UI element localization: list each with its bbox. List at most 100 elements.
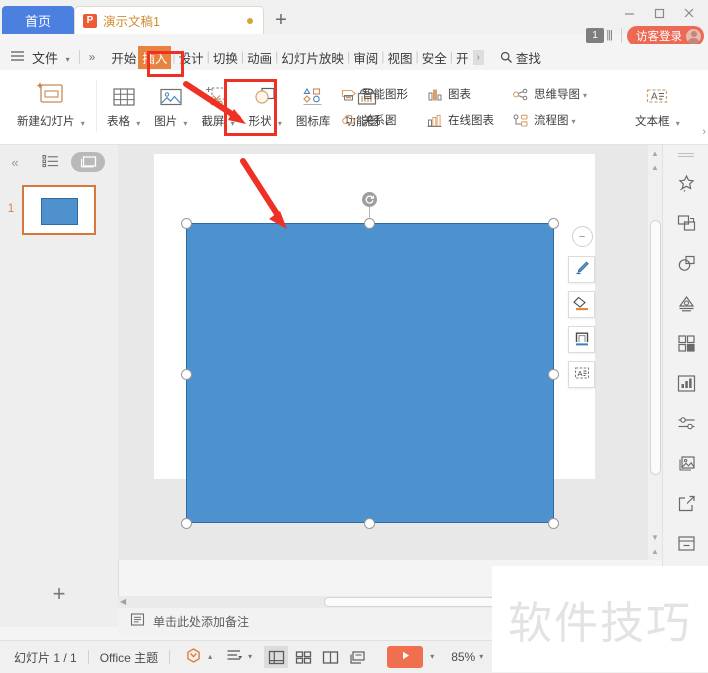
tab-document[interactable]: P 演示文稿1 xyxy=(74,6,264,34)
selected-rectangle-shape[interactable] xyxy=(186,223,554,523)
shape-fill-button[interactable] xyxy=(568,256,595,283)
sidebar-item-beautify[interactable] xyxy=(663,165,708,205)
swap-icon xyxy=(676,213,697,237)
notes-view-button[interactable] xyxy=(345,646,369,668)
mindmap-button[interactable]: 思维导图 ▾ xyxy=(510,81,587,107)
smartart-button[interactable]: 智能图形 xyxy=(338,81,408,107)
theme-icon[interactable] xyxy=(185,647,202,667)
new-slide-button[interactable]: 新建幻灯片 ▾ xyxy=(10,74,92,129)
svg-text:A: A xyxy=(651,92,658,103)
maximize-button[interactable] xyxy=(644,2,674,24)
app-menu-icon[interactable] xyxy=(10,50,25,64)
resize-handle-top-center[interactable] xyxy=(364,218,375,229)
reading-view-button[interactable] xyxy=(318,646,342,668)
title-bar: 首页 P 演示文稿1 + 1 ||| 访客登录 xyxy=(0,0,708,46)
insert-picture-button[interactable]: 图片 ▾ xyxy=(147,74,194,129)
outline-view-icon[interactable] xyxy=(42,154,59,171)
resize-handle-top-right[interactable] xyxy=(548,218,559,229)
flowchart-button[interactable]: 流程图 ▾ xyxy=(510,107,587,133)
slides-view-icon[interactable] xyxy=(71,152,105,172)
account-badge[interactable]: 1 xyxy=(586,28,604,43)
resize-handle-top-left[interactable] xyxy=(181,218,192,229)
scroll-up-arrow-icon[interactable]: ▲ xyxy=(648,147,662,159)
chart-button[interactable]: 图表 xyxy=(424,81,494,107)
more-tabs-button[interactable]: › xyxy=(472,49,484,65)
language-icon[interactable] xyxy=(226,648,244,666)
screenshot-button[interactable]: 截屏 ▾ xyxy=(194,74,241,129)
sidebar-item-design[interactable] xyxy=(663,285,708,325)
ribbon-tab-dev[interactable]: 开 xyxy=(454,46,471,69)
ribbon-tab-slideshow[interactable]: 幻灯片放映 xyxy=(279,46,346,69)
resize-handle-bottom-left[interactable] xyxy=(181,518,192,529)
scroll-prev-slide-icon[interactable]: ▲ xyxy=(648,161,662,173)
shape-outline-button[interactable] xyxy=(568,291,595,318)
ribbon-tab-review[interactable]: 审阅 xyxy=(351,46,380,69)
sidebar-item-charts[interactable] xyxy=(663,365,708,405)
window-controls xyxy=(614,2,704,24)
zoom-level-label[interactable]: 85% xyxy=(451,650,475,664)
language-dropdown-icon[interactable]: ▾ xyxy=(248,652,252,661)
insert-table-button[interactable]: 表格 ▾ xyxy=(100,74,147,129)
relationship-chart-button[interactable]: 关系图 xyxy=(338,107,408,133)
resize-handle-middle-left[interactable] xyxy=(181,369,192,380)
new-tab-button[interactable]: + xyxy=(264,6,298,34)
sidebar-item-shapes[interactable] xyxy=(663,245,708,285)
tab-home[interactable]: 首页 xyxy=(2,6,74,34)
rotate-icon[interactable] xyxy=(362,192,377,207)
close-button[interactable] xyxy=(674,2,704,24)
resize-handle-middle-right[interactable] xyxy=(548,369,559,380)
sidebar-item-media[interactable] xyxy=(663,445,708,485)
theme-label[interactable]: Office 主题 xyxy=(100,649,158,666)
shape-style-button[interactable] xyxy=(568,326,595,353)
ribbon-tab-design[interactable]: 设计 xyxy=(177,46,206,69)
resize-handle-bottom-right[interactable] xyxy=(548,518,559,529)
sidebar-item-adjust[interactable] xyxy=(663,405,708,445)
ribbon-tab-security[interactable]: 安全 xyxy=(420,46,449,69)
ribbon-tab-animation[interactable]: 动画 xyxy=(245,46,274,69)
vertical-scrollbar-thumb[interactable] xyxy=(650,220,661,475)
overflow-menu-icon[interactable]: » xyxy=(89,50,96,64)
tab-divider: | xyxy=(206,50,210,64)
login-label: 访客登录 xyxy=(636,31,682,43)
collapse-panel-button[interactable]: « xyxy=(0,155,30,170)
sidebar-grip-icon[interactable] xyxy=(663,145,708,165)
ribbon-expand-button[interactable]: › xyxy=(702,126,706,138)
add-slide-button[interactable]: + xyxy=(0,581,118,607)
scroll-left-arrow-icon[interactable]: ◀ xyxy=(120,597,126,606)
text-frame-button[interactable]: A xyxy=(568,361,595,388)
start-slideshow-button[interactable] xyxy=(387,646,424,668)
icon-library-button[interactable]: 图标库 xyxy=(289,74,338,129)
insert-shapes-button[interactable]: 形状 ▾ xyxy=(242,74,289,129)
ribbon-tab-view[interactable]: 视图 xyxy=(385,46,414,69)
ribbon-tab-start[interactable]: 开始 xyxy=(109,46,138,69)
icon-library-label: 图标库 xyxy=(295,116,331,128)
zoom-dropdown-icon[interactable]: ▾ xyxy=(479,652,483,661)
sidebar-item-elements[interactable] xyxy=(663,325,708,365)
sidebar-item-export[interactable] xyxy=(663,485,708,525)
resize-handle-bottom-center[interactable] xyxy=(364,518,375,529)
canvas-vertical-scrollbar[interactable]: ▲ ▲ ▼ ▲ xyxy=(648,145,662,560)
slide-thumbnail-preview[interactable] xyxy=(22,185,96,235)
insert-textbox-button[interactable]: A 文本框 ▾ xyxy=(628,74,687,129)
sidebar-item-archive[interactable] xyxy=(663,525,708,565)
slide-thumbnail-item[interactable]: 1 xyxy=(0,185,118,235)
file-menu-button[interactable]: 文件 ▾ xyxy=(32,48,70,67)
find-button[interactable]: 查找 xyxy=(500,48,541,67)
scroll-down-arrow-icon[interactable]: ▲ xyxy=(648,545,662,557)
sidebar-item-replace[interactable] xyxy=(663,205,708,245)
normal-view-button[interactable] xyxy=(264,646,289,668)
picture-icon xyxy=(158,74,184,110)
menu-divider xyxy=(78,50,80,64)
ribbon-tab-transition[interactable]: 切换 xyxy=(211,46,240,69)
login-button[interactable]: 访客登录 xyxy=(627,26,704,46)
scroll-next-slide-icon[interactable]: ▼ xyxy=(648,531,662,543)
watermark-overlay: 软件技巧 xyxy=(492,566,708,672)
close-mini-toolbar-button[interactable]: − xyxy=(571,226,593,247)
online-chart-button[interactable]: 在线图表 xyxy=(424,107,494,133)
minimize-button[interactable] xyxy=(614,2,644,24)
slideshow-dropdown-icon[interactable]: ▾ xyxy=(430,652,434,661)
ribbon-tab-insert[interactable]: 插入 xyxy=(138,45,172,69)
theme-dropdown-icon[interactable]: ▴ xyxy=(208,652,212,661)
slide-sorter-view-button[interactable] xyxy=(291,646,315,668)
slide-count-label: 幻灯片 1 / 1 xyxy=(14,650,77,665)
